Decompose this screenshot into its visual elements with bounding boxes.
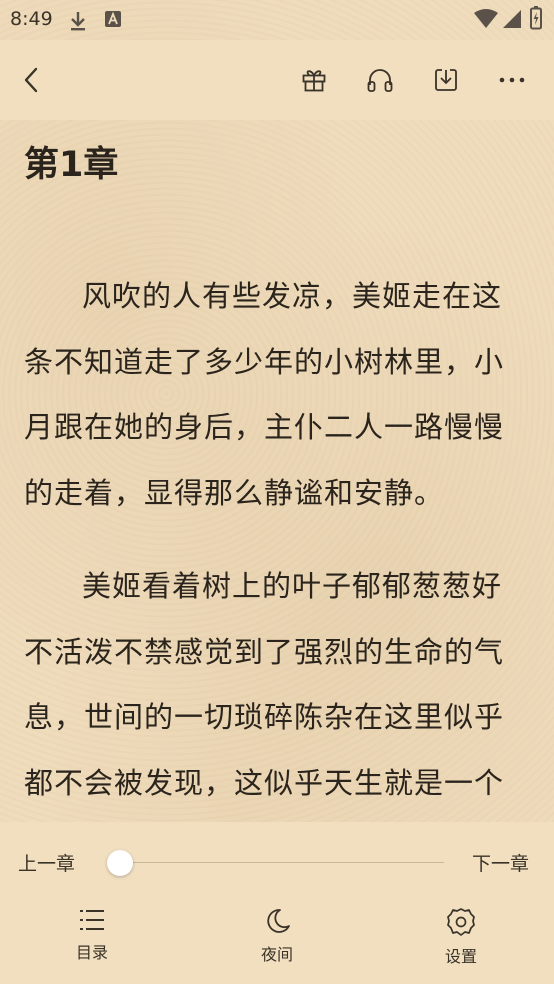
signal-icon bbox=[502, 9, 522, 33]
wifi-icon bbox=[474, 9, 498, 33]
reader-toolbar bbox=[0, 40, 554, 120]
headphones-icon bbox=[367, 69, 393, 92]
download-button[interactable] bbox=[428, 62, 464, 98]
paragraph: 风吹的人有些发凉，美姬走在这条不知道走了多少年的小树林里，小月跟在她的身后，主仆… bbox=[24, 279, 505, 510]
nav-item-catalog[interactable]: 目录 bbox=[52, 907, 132, 977]
gift-button[interactable] bbox=[296, 62, 332, 98]
gift-icon bbox=[302, 70, 326, 92]
nav-item-night-mode[interactable]: 夜间 bbox=[237, 907, 317, 977]
reader-page: 8:49 第1章 风吹的人有些发凉，美姬走在这条不知道走了多少年的小树林里，小月… bbox=[0, 0, 554, 984]
more-icon bbox=[499, 77, 525, 83]
nav-label: 设置 bbox=[444, 947, 477, 966]
gear-icon bbox=[447, 908, 475, 936]
chapter-content[interactable]: 风吹的人有些发凉，美姬走在这条不知道走了多少年的小树林里，小月跟在她的身后，主仆… bbox=[24, 264, 524, 844]
download-icon bbox=[435, 69, 457, 91]
menu-list-icon bbox=[80, 910, 104, 930]
download-icon bbox=[68, 10, 88, 36]
listen-button[interactable] bbox=[362, 62, 398, 98]
chapter-progress-slider[interactable] bbox=[120, 862, 444, 863]
slider-thumb[interactable] bbox=[107, 850, 133, 876]
next-chapter-button[interactable]: 下一章 bbox=[472, 849, 529, 876]
reader-bottom-panel: 上一章 下一章 目录 夜间 设置 bbox=[0, 822, 554, 984]
nav-item-settings[interactable]: 设置 bbox=[421, 907, 501, 977]
back-arrow-icon bbox=[24, 67, 38, 93]
a-notification-icon bbox=[104, 10, 122, 32]
more-button[interactable] bbox=[494, 62, 530, 98]
battery-icon bbox=[530, 6, 542, 34]
back-button[interactable] bbox=[14, 62, 50, 98]
prev-chapter-button[interactable]: 上一章 bbox=[18, 849, 75, 876]
moon-icon bbox=[267, 909, 290, 933]
nav-label: 夜间 bbox=[260, 945, 293, 964]
nav-label: 目录 bbox=[75, 943, 108, 962]
status-time: 8:49 bbox=[10, 8, 53, 30]
status-bar: 8:49 bbox=[0, 0, 554, 40]
paragraph: 美姬看着树上的叶子郁郁葱葱好不活泼不禁感觉到了强烈的生命的气息，世间的一切琐碎陈… bbox=[24, 569, 505, 800]
chapter-title: 第1章 bbox=[24, 145, 119, 185]
